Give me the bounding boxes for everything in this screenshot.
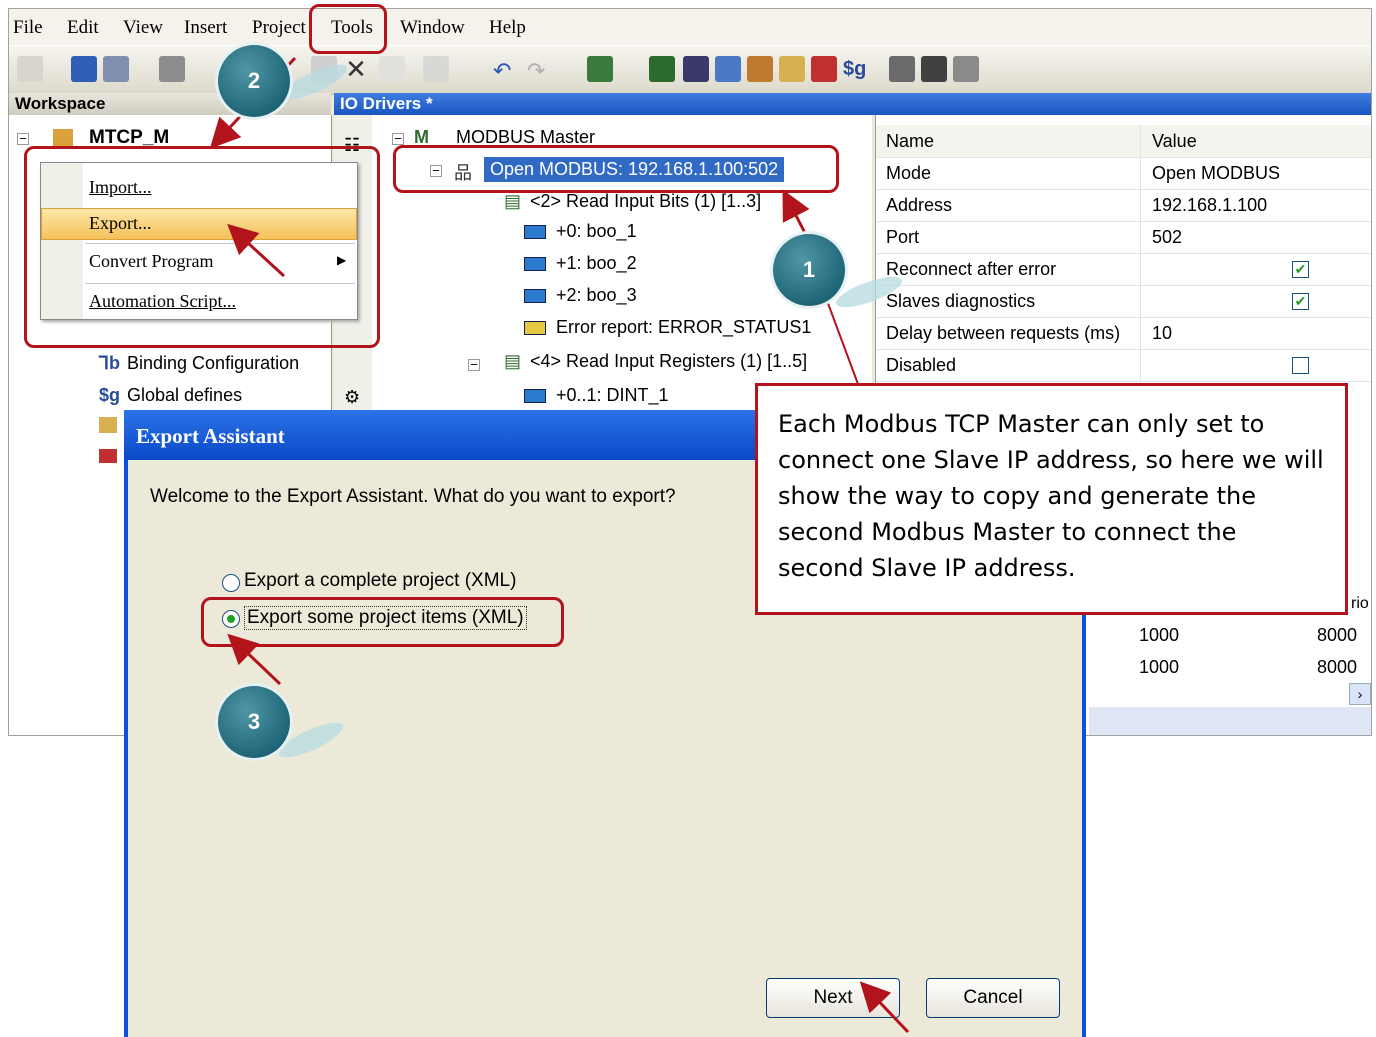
arrow-to-option	[227, 633, 282, 686]
callout-leader	[825, 297, 859, 385]
step-2-badge: 2	[218, 45, 290, 117]
annotation-arrows	[209, 56, 910, 1034]
step-3-badge: 3	[218, 686, 290, 758]
arrow-to-export	[227, 223, 286, 278]
step-1-badge: 1	[773, 234, 845, 306]
arrow-to-connection	[782, 189, 810, 236]
arrow-to-next	[859, 981, 910, 1034]
